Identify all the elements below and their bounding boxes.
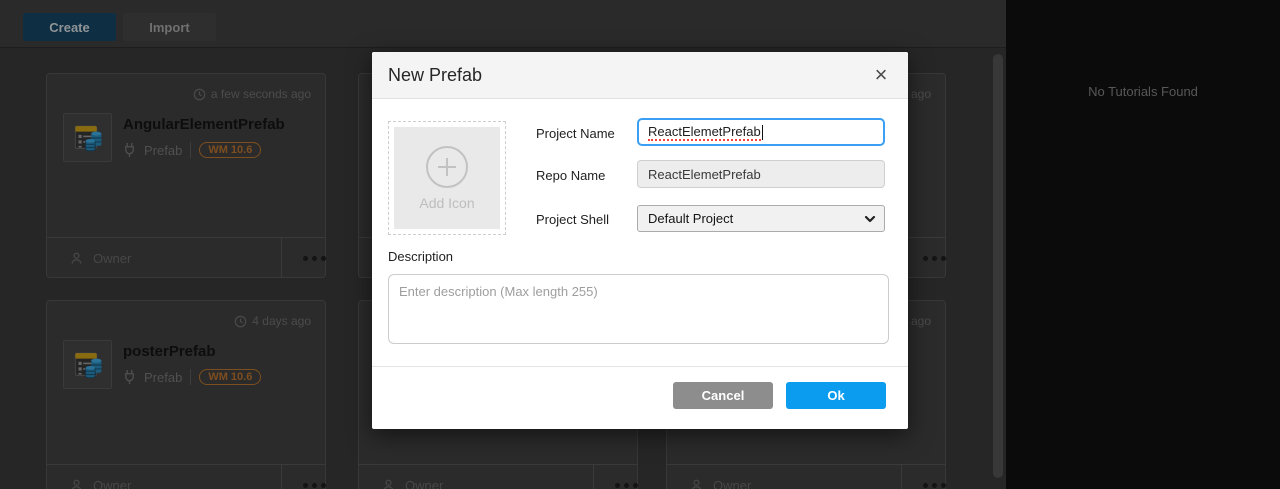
meta-divider — [190, 142, 191, 158]
text-caret — [762, 125, 763, 140]
version-badge: WM 10.6 — [199, 142, 261, 158]
card-meta: Prefab WM 10.6 — [123, 369, 261, 385]
project-name-value: ReactElemetPrefab — [648, 124, 761, 141]
new-prefab-dialog: New Prefab × Add Icon Project Name Repo … — [372, 52, 908, 429]
card-time-text: 4 days ago — [252, 314, 311, 328]
chevron-down-icon — [864, 213, 876, 225]
tutorials-panel: No Tutorials Found — [1006, 0, 1280, 489]
plus-circle-icon — [425, 145, 469, 189]
top-toolbar: Create Import — [0, 0, 1006, 48]
description-label: Description — [388, 249, 453, 264]
import-button[interactable]: Import — [123, 13, 216, 41]
owner-label: Owner — [381, 465, 443, 489]
owner-label: Owner — [69, 465, 131, 489]
card-footer: Owner — [359, 464, 637, 489]
project-shell-label: Project Shell — [536, 212, 609, 227]
add-icon-label: Add Icon — [419, 195, 474, 211]
project-card[interactable]: 4 days ago posterPrefab Prefab WM 10.6 O… — [46, 300, 326, 489]
clock-icon — [193, 88, 206, 101]
ok-button[interactable]: Ok — [786, 382, 886, 409]
project-title[interactable]: posterPrefab — [123, 343, 216, 360]
scrollbar-thumb[interactable] — [993, 54, 1003, 478]
clock-icon — [234, 315, 247, 328]
prefab-icon — [63, 113, 112, 162]
plug-icon — [123, 142, 136, 158]
card-meta: Prefab WM 10.6 — [123, 142, 261, 158]
footer-divider — [281, 238, 282, 278]
dialog-title: New Prefab — [388, 65, 482, 86]
card-menu-button[interactable] — [911, 238, 957, 278]
card-menu-button[interactable] — [911, 465, 957, 489]
project-name-input[interactable]: ReactElemetPrefab — [637, 118, 885, 146]
card-timestamp: 4 days ago — [234, 314, 311, 328]
user-icon — [381, 478, 396, 489]
description-textarea[interactable] — [388, 274, 889, 344]
project-card[interactable]: a few seconds ago AngularElementPrefab P… — [46, 73, 326, 278]
card-time-text: a few seconds ago — [211, 87, 311, 101]
card-footer: Owner — [47, 237, 325, 277]
project-title[interactable]: AngularElementPrefab — [123, 116, 285, 133]
card-menu-button[interactable] — [291, 465, 337, 489]
add-icon-dropzone[interactable]: Add Icon — [388, 121, 506, 235]
owner-label: Owner — [69, 238, 131, 278]
create-button[interactable]: Create — [23, 13, 116, 41]
prefab-icon — [63, 340, 112, 389]
close-icon[interactable]: × — [868, 60, 894, 90]
app-screen: Create Import a few seconds ago AngularE… — [0, 0, 1280, 489]
footer-divider — [281, 465, 282, 489]
project-name-label: Project Name — [536, 126, 615, 141]
user-icon — [69, 251, 84, 266]
card-footer: Owner — [47, 464, 325, 489]
project-shell-value: Default Project — [648, 211, 733, 226]
project-type-label: Prefab — [144, 143, 182, 158]
card-menu-button[interactable] — [603, 465, 649, 489]
user-icon — [689, 478, 704, 489]
owner-label: Owner — [689, 465, 751, 489]
cancel-button[interactable]: Cancel — [673, 382, 773, 409]
repo-name-label: Repo Name — [536, 168, 605, 183]
repo-name-input[interactable] — [637, 160, 885, 188]
plug-icon — [123, 369, 136, 385]
footer-divider — [593, 465, 594, 489]
add-icon-inner: Add Icon — [394, 127, 500, 229]
user-icon — [69, 478, 84, 489]
dialog-header: New Prefab × — [372, 52, 908, 99]
tutorials-empty-text: No Tutorials Found — [1006, 84, 1280, 99]
card-timestamp: a few seconds ago — [193, 87, 311, 101]
project-type-label: Prefab — [144, 370, 182, 385]
meta-divider — [190, 369, 191, 385]
project-shell-select[interactable]: Default Project — [637, 205, 885, 232]
card-footer: Owner — [667, 464, 945, 489]
dialog-footer: Cancel Ok — [372, 366, 908, 429]
footer-divider — [901, 465, 902, 489]
card-menu-button[interactable] — [291, 238, 337, 278]
version-badge: WM 10.6 — [199, 369, 261, 385]
